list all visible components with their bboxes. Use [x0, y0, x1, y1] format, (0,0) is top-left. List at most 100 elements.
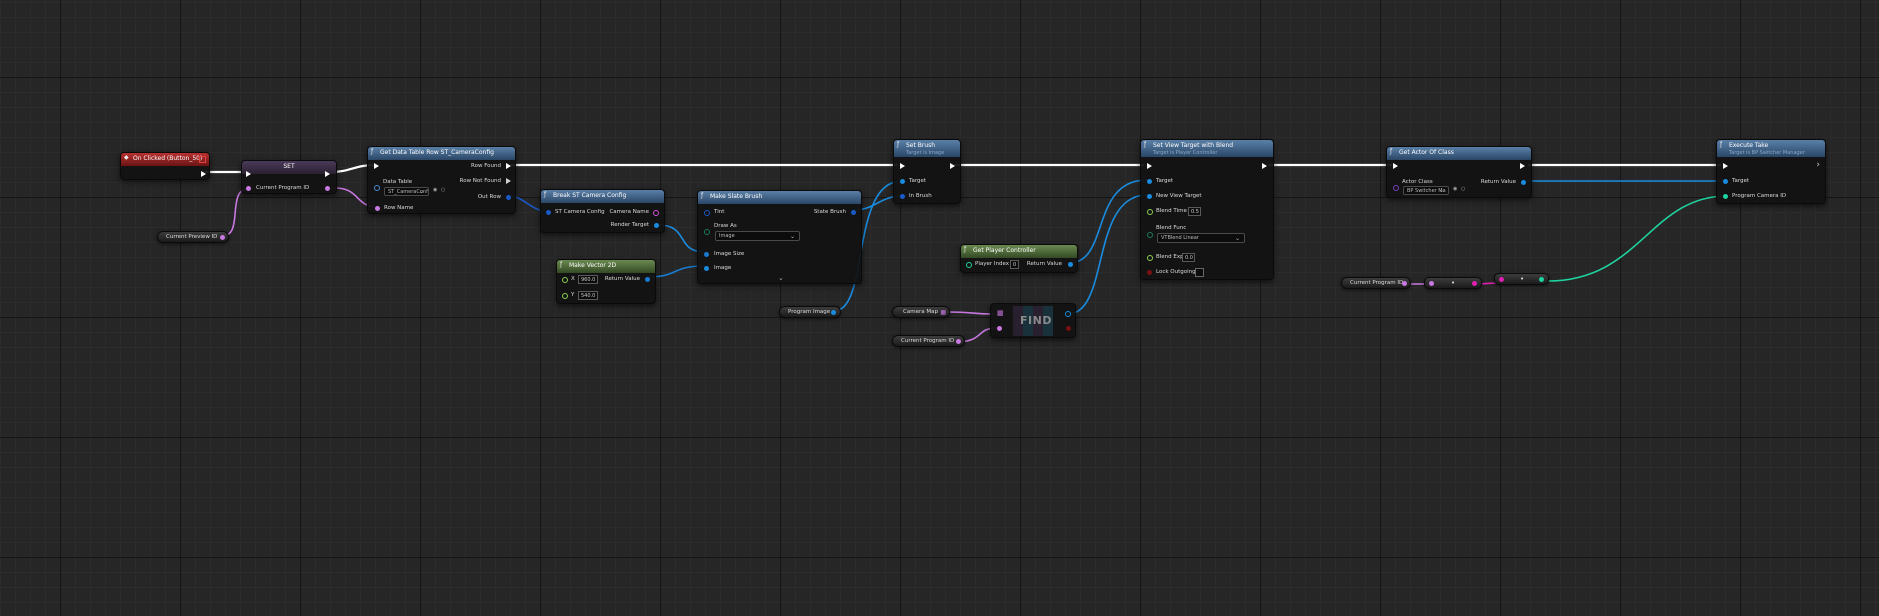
string-in-pin[interactable] — [375, 206, 380, 211]
node-map-find[interactable]: FIND ▦ — [990, 303, 1076, 338]
variable-current-preview-id[interactable]: Current Preview ID — [157, 231, 229, 243]
exec-out-chevron-icon[interactable]: › — [1816, 160, 1820, 170]
exec-out-pin[interactable] — [201, 171, 206, 177]
object-in-pin[interactable] — [1723, 179, 1728, 184]
node-subtitle: Target is BP Switcher Manager — [1729, 150, 1805, 156]
variable-program-image[interactable]: Program Image — [779, 306, 841, 318]
string-out-pin[interactable] — [325, 186, 330, 191]
expand-arrow-icon[interactable]: ⌄ — [778, 274, 784, 282]
conversion-node-name-to-int[interactable]: • — [1494, 273, 1549, 285]
string-out-pin[interactable] — [1402, 281, 1407, 286]
float-in-pin-x[interactable] — [562, 277, 568, 283]
int-in-pin[interactable] — [1723, 194, 1728, 199]
exec-out-row-found-pin[interactable] — [506, 163, 511, 169]
variable-current-program-id[interactable]: Current Program ID — [892, 335, 965, 347]
name-out-pin[interactable] — [1472, 281, 1477, 286]
blend-time-input[interactable]: 0.5 — [1188, 207, 1201, 216]
object-out-pin[interactable] — [1068, 262, 1073, 267]
data-table-pin[interactable] — [374, 185, 380, 191]
bool-in-pin-lock-outgoing[interactable] — [1147, 270, 1152, 275]
brush-in-pin[interactable] — [900, 194, 905, 199]
int-in-pin[interactable] — [966, 262, 972, 268]
conversion-node-string-to-name[interactable]: • — [1424, 277, 1482, 289]
node-execute-take[interactable]: ƒ Execute Take Target is BP Switcher Man… — [1716, 139, 1826, 204]
enum-in-pin[interactable] — [704, 229, 710, 235]
function-icon: ƒ — [964, 246, 967, 253]
string-out-pin[interactable] — [220, 235, 225, 240]
exec-out-pin[interactable] — [1520, 163, 1525, 169]
object-out-pin[interactable] — [1065, 311, 1071, 317]
string-in-pin[interactable] — [1429, 281, 1434, 286]
string-in-pin[interactable] — [997, 326, 1002, 331]
lock-outgoing-checkbox[interactable] — [1195, 268, 1204, 277]
string-out-pin[interactable] — [956, 339, 961, 344]
node-subtitle: Target is Image — [906, 150, 945, 156]
node-set-view-target-with-blend[interactable]: ƒ Set View Target with Blend Target is P… — [1140, 139, 1274, 280]
float-in-pin-blend-exp[interactable] — [1147, 255, 1153, 261]
exec-out-pin[interactable] — [325, 171, 330, 177]
vector2d-in-pin[interactable] — [704, 252, 709, 257]
int-out-pin[interactable] — [1539, 277, 1544, 282]
node-break-camera-config[interactable]: ƒ Break ST Camera Config ST Camera Confi… — [540, 189, 665, 233]
brush-out-pin[interactable] — [851, 210, 856, 215]
search-icon[interactable]: ○ — [1461, 186, 1465, 192]
actor-class-dropdown[interactable]: BP Switcher Ma ⌄ — [1403, 186, 1449, 195]
object-out-pin[interactable] — [654, 223, 659, 228]
object-in-pin-new-view[interactable] — [1147, 194, 1152, 199]
object-out-pin[interactable] — [831, 310, 836, 315]
object-in-pin[interactable] — [704, 266, 709, 271]
class-in-pin[interactable] — [1393, 185, 1399, 191]
set-node[interactable]: SET Current Program ID — [241, 160, 337, 194]
exec-out-pin[interactable] — [1262, 163, 1267, 169]
player-index-input[interactable]: 0 — [1010, 260, 1019, 269]
struct-out-pin[interactable] — [506, 195, 511, 200]
exec-in-pin[interactable] — [900, 163, 905, 169]
node-title: FIND — [1020, 314, 1052, 327]
object-out-pin[interactable] — [1521, 180, 1526, 185]
event-node-on-clicked[interactable]: ◆ On Clicked (Button_50) — [120, 152, 210, 180]
exec-in-pin[interactable] — [374, 163, 379, 169]
exec-out-pin[interactable] — [950, 163, 955, 169]
y-value-input[interactable]: 540.0 — [578, 291, 598, 300]
variable-camera-map[interactable]: Camera Map ▦ — [892, 306, 950, 318]
enum-in-pin-blend-func[interactable] — [1147, 232, 1153, 238]
object-in-pin[interactable] — [900, 179, 905, 184]
variable-label: Current Program ID — [1350, 280, 1404, 286]
node-set-brush[interactable]: ƒ Set Brush Target is Image Target In Br… — [893, 139, 961, 204]
vector2d-out-pin[interactable] — [645, 277, 650, 282]
node-make-slate-brush[interactable]: ƒ Make Slate Brush Tint State Brush Draw… — [697, 190, 862, 284]
blend-exp-input[interactable]: 0.0 — [1182, 253, 1195, 262]
exec-in-pin[interactable] — [1393, 163, 1398, 169]
node-get-actor-of-class[interactable]: ƒ Get Actor Of Class Actor Class BP Swit… — [1386, 146, 1532, 198]
string-out-pin[interactable] — [653, 210, 659, 216]
name-in-pin[interactable] — [1499, 277, 1504, 282]
pin-label-in-brush: In Brush — [909, 193, 932, 199]
search-icon[interactable]: ○ — [441, 187, 445, 193]
node-title: Break ST Camera Config — [553, 192, 627, 199]
conversion-dot-icon: • — [1451, 279, 1456, 287]
variable-current-program-id[interactable]: Current Program ID — [1341, 277, 1411, 289]
blend-func-dropdown[interactable]: VTBlend Linear ⌄ — [1157, 233, 1245, 243]
struct-in-pin[interactable] — [546, 210, 551, 215]
data-table-dropdown[interactable]: ST_CameraConf ⌄ — [384, 187, 429, 196]
draw-as-dropdown[interactable]: Image ⌄ — [715, 231, 800, 241]
x-value-input[interactable]: 960.0 — [578, 275, 598, 284]
exec-in-pin[interactable] — [1147, 163, 1152, 169]
string-in-pin[interactable] — [246, 186, 251, 191]
browse-icon[interactable]: ◉ — [433, 187, 437, 193]
object-in-pin-target[interactable] — [1147, 179, 1152, 184]
float-in-pin-blend-time[interactable] — [1147, 209, 1153, 215]
node-make-vector-2d[interactable]: ƒ Make Vector 2D X 960.0 Return Value Y … — [556, 259, 656, 304]
float-in-pin-y[interactable] — [562, 293, 568, 299]
browse-icon[interactable]: ◉ — [1453, 186, 1457, 192]
bool-out-pin[interactable] — [1066, 326, 1071, 331]
node-get-data-table-row[interactable]: ƒ Get Data Table Row ST_CameraConfig Row… — [367, 146, 516, 214]
node-get-player-controller[interactable]: ƒ Get Player Controller Player Index 0 R… — [960, 244, 1078, 273]
color-in-pin[interactable] — [704, 210, 710, 216]
variable-label: Program Image — [788, 309, 831, 315]
node-header: ƒ Execute Take Target is BP Switcher Man… — [1717, 140, 1825, 157]
exec-out-row-not-found-pin[interactable] — [506, 178, 511, 184]
exec-in-pin[interactable] — [246, 171, 251, 177]
pin-label-image-size: Image Size — [714, 251, 745, 257]
exec-in-pin[interactable] — [1723, 163, 1728, 169]
